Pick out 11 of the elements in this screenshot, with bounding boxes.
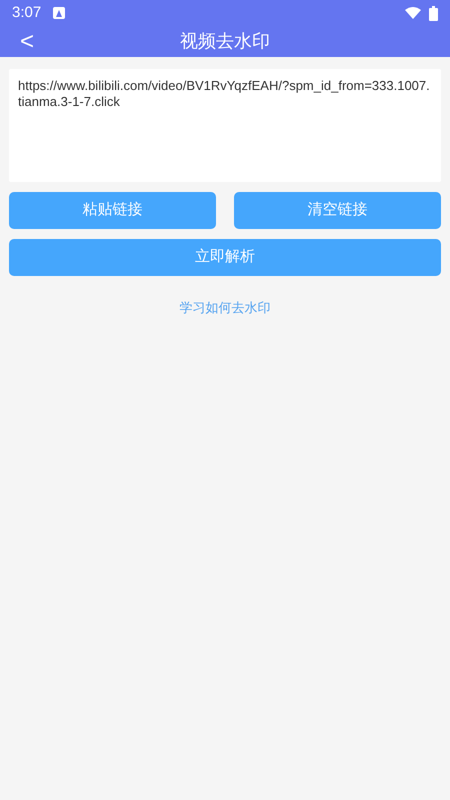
page-title: 视频去水印 <box>180 30 270 53</box>
status-time: 3:07 <box>12 2 42 23</box>
notification-icon <box>53 7 66 19</box>
parse-button[interactable]: 立即解析 <box>9 239 441 276</box>
help-link[interactable]: 学习如何去水印 <box>180 298 270 318</box>
url-field[interactable]: https://www.bilibili.com/video/BV1RvYqzfEAH/?spm_id_from=333.1007.tianma.3-1-7.click <box>9 69 441 182</box>
battery-icon <box>429 6 438 20</box>
back-button[interactable]: < <box>16 30 38 54</box>
action-button[interactable]: 粘贴链接 <box>9 192 216 229</box>
wifi-icon <box>405 7 421 19</box>
action-button[interactable]: 清空链接 <box>234 192 441 229</box>
